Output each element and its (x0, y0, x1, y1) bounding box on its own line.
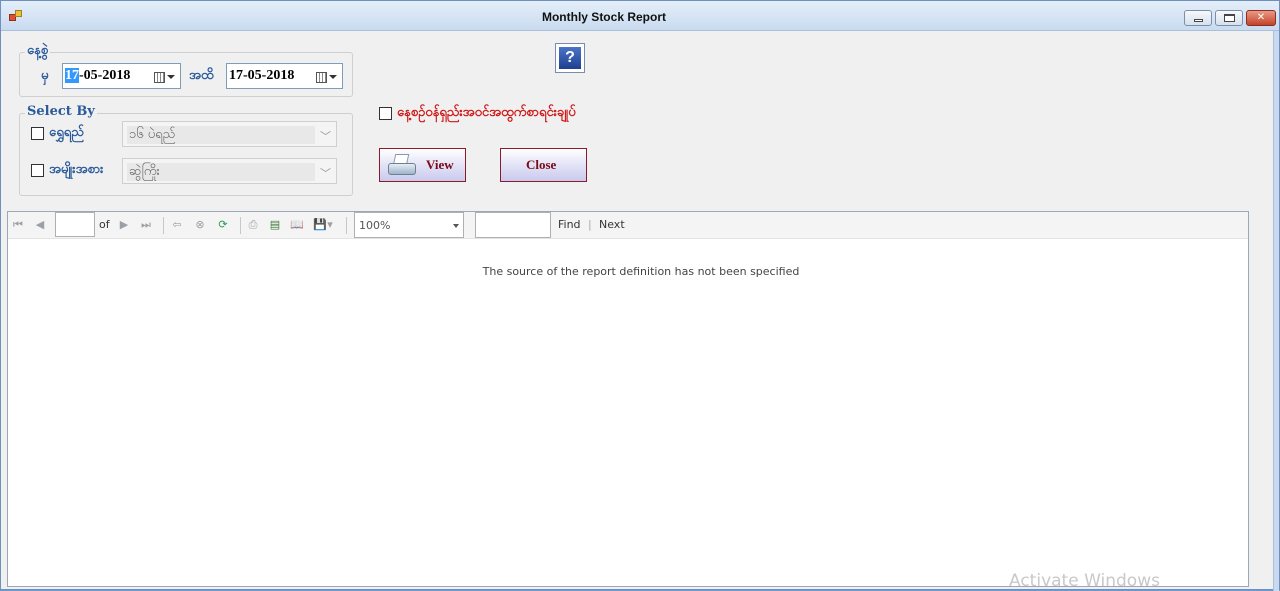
next-page-icon[interactable]: ▶ (117, 218, 131, 232)
report-message: The source of the report definition has … (482, 265, 800, 278)
date-group-legend: နေ့စွဲ (25, 42, 51, 61)
close-button-label: Close (526, 157, 557, 172)
minimize-button[interactable] (1184, 10, 1212, 26)
refresh-icon[interactable]: ⟳ (216, 218, 230, 232)
maximize-icon (1224, 14, 1235, 22)
first-page-icon[interactable]: ⏮ (11, 218, 25, 232)
from-label: မှ (41, 68, 49, 83)
previous-page-icon[interactable]: ◀ (33, 218, 47, 232)
from-date-picker[interactable]: 17-05-2018 (62, 63, 181, 89)
daily-summary-label: နေ့စဉ်ဝန်ရှည်းအဝင်အထွက်စာရင်းချုပ် (397, 105, 576, 120)
from-date-value: 17-05-2018 (65, 68, 131, 83)
type-filter-value: ဆွဲကြိုး (127, 163, 315, 181)
close-button[interactable]: Close (500, 148, 587, 182)
close-icon: ✕ (1256, 12, 1266, 23)
gold-filter-label: ရွှေရည် (49, 125, 84, 140)
print-icon[interactable]: ⎙ (246, 218, 260, 232)
find-separator: | (588, 218, 592, 231)
type-filter-combo[interactable]: ဆွဲကြိုး ﹀ (122, 158, 337, 184)
minimize-icon (1194, 19, 1203, 22)
export-dropdown-icon[interactable]: ▾ (326, 218, 334, 232)
zoom-value: 100% (359, 219, 391, 232)
activation-watermark: Activate Windows (1009, 571, 1160, 591)
view-button-label: View (426, 157, 454, 172)
report-viewer: ⏮ ◀ of ▶ ⏭ ⇦ ⊗ ⟳ ⎙ ▤ 📖 💾 ▾ 100% Find | N… (7, 211, 1249, 587)
title-bar[interactable]: Monthly Stock Report ✕ (1, 1, 1279, 31)
window-title: Monthly Stock Report (541, 10, 666, 24)
stop-icon[interactable]: ⊗ (193, 218, 207, 232)
gold-filter-checkbox[interactable] (31, 127, 44, 140)
back-icon[interactable]: ⇦ (170, 218, 184, 232)
gold-filter-combo[interactable]: ၁၆ ပဲရည် ﹀ (122, 121, 337, 147)
toolbar-separator (346, 217, 347, 234)
page-number-input[interactable] (55, 212, 95, 237)
window-right-border (1273, 31, 1279, 591)
gold-filter-value: ၁၆ ပဲရည် (127, 126, 315, 144)
last-page-icon[interactable]: ⏭ (139, 218, 153, 232)
export-icon[interactable]: 💾 (313, 218, 327, 232)
find-input[interactable] (475, 212, 551, 238)
view-button[interactable]: View (379, 148, 466, 182)
help-button[interactable]: ? (555, 43, 585, 73)
find-link[interactable]: Find (558, 218, 581, 231)
printer-icon (386, 153, 418, 179)
next-link[interactable]: Next (599, 218, 625, 231)
chevron-down-icon (453, 224, 459, 228)
to-label: အထိ (189, 68, 214, 83)
close-window-button[interactable]: ✕ (1246, 10, 1276, 26)
to-date-value: 17-05-2018 (229, 68, 295, 83)
calendar-dropdown-icon[interactable] (154, 71, 175, 83)
print-layout-icon[interactable]: ▤ (268, 218, 282, 232)
page-of-label: of (99, 218, 110, 231)
to-date-picker[interactable]: 17-05-2018 (226, 63, 343, 89)
maximize-button[interactable] (1215, 10, 1243, 26)
chevron-down-icon[interactable]: ﹀ (320, 165, 331, 181)
toolbar-separator (240, 217, 241, 234)
page-setup-icon[interactable]: 📖 (290, 218, 304, 232)
daily-summary-checkbox[interactable] (379, 107, 392, 120)
type-filter-checkbox[interactable] (31, 164, 44, 177)
type-filter-label: အမျိုးအစား (49, 162, 104, 177)
report-toolbar: ⏮ ◀ of ▶ ⏭ ⇦ ⊗ ⟳ ⎙ ▤ 📖 💾 ▾ 100% Find | N… (8, 212, 1248, 239)
main-window: Monthly Stock Report ✕ နေ့စွဲ မှ 17-05-2… (0, 0, 1280, 591)
select-by-legend: Select By (25, 104, 97, 119)
toolbar-separator (163, 217, 164, 234)
calendar-dropdown-icon[interactable] (316, 71, 337, 83)
help-icon: ? (559, 47, 581, 69)
zoom-select[interactable]: 100% (354, 212, 464, 238)
chevron-down-icon[interactable]: ﹀ (320, 128, 331, 144)
